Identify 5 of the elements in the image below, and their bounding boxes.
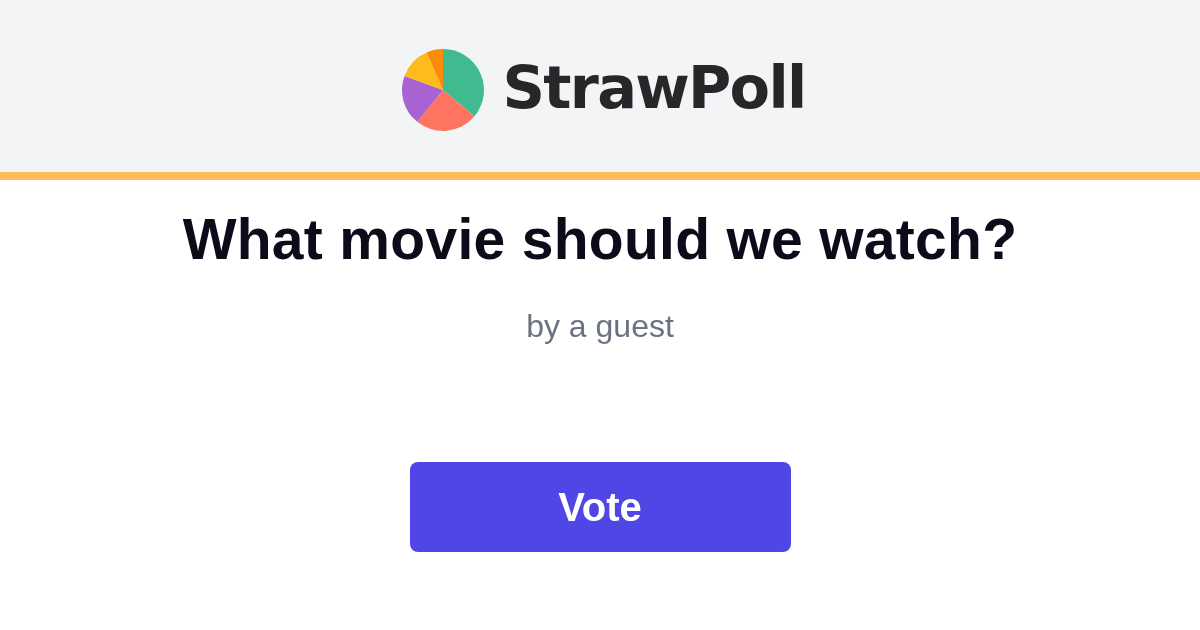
brand-name: StrawPoll — [502, 57, 806, 117]
vote-button[interactable]: Vote — [409, 462, 791, 552]
pie-chart-logo-icon — [402, 49, 485, 131]
poll-author: by a guest — [526, 308, 674, 344]
poll-question: What movie should we watch? — [182, 207, 1018, 271]
